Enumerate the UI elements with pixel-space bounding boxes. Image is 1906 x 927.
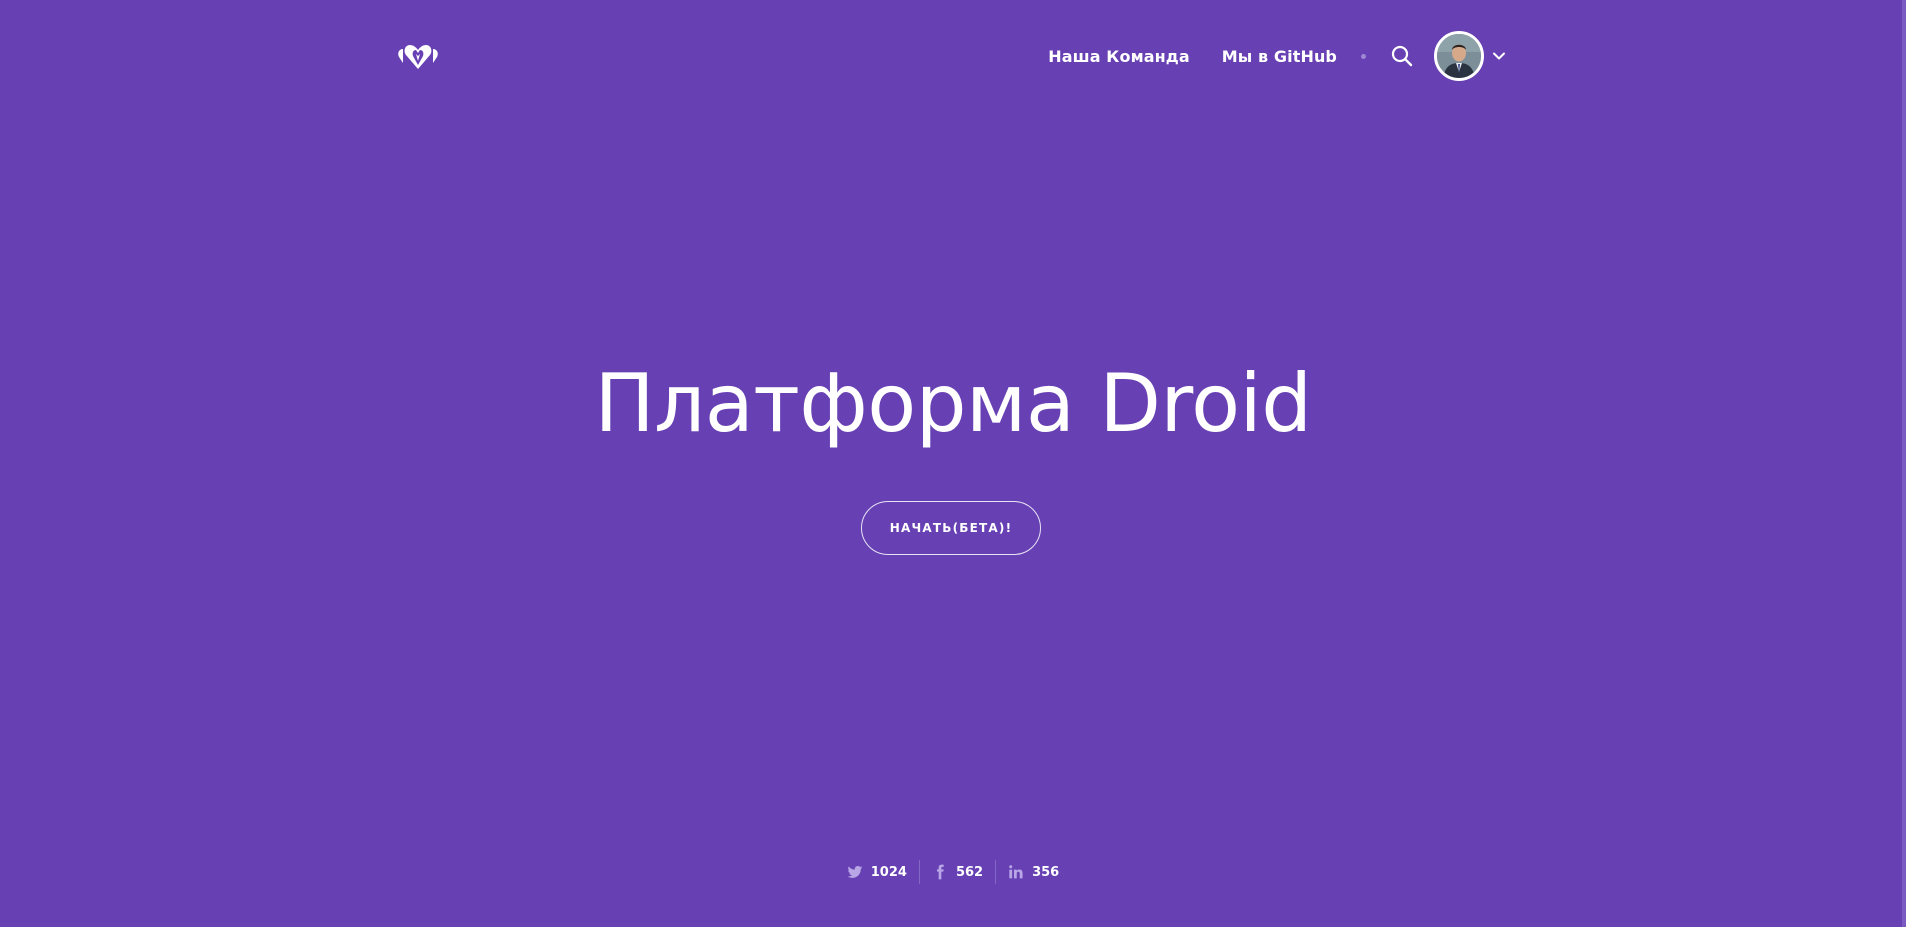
facebook-count: 562 (955, 864, 984, 880)
chevron-down-icon[interactable] (1492, 49, 1506, 63)
avatar-photo (1437, 34, 1481, 78)
social-item-facebook[interactable]: 562 (920, 860, 995, 884)
user-avatar[interactable] (1434, 31, 1484, 81)
twitter-count: 1024 (870, 864, 907, 880)
nav-link-team[interactable]: Наша Команда (1048, 47, 1189, 66)
user-menu[interactable] (1434, 31, 1506, 81)
page-scrollbar[interactable] (1902, 0, 1906, 927)
landing-page: Наша Команда Мы в GitHub Платформа Droid… (0, 0, 1906, 927)
hero-title: Платформа Droid (594, 357, 1312, 450)
site-header: Наша Команда Мы в GitHub (0, 0, 1906, 112)
linkedin-icon (1009, 865, 1023, 879)
linkedin-count: 356 (1032, 864, 1060, 880)
main-nav: Наша Команда Мы в GitHub (1048, 31, 1506, 81)
start-beta-button[interactable]: НАЧАТЬ(БЕТА)! (861, 501, 1041, 555)
social-item-linkedin[interactable]: 356 (996, 860, 1071, 884)
nav-separator-dot (1361, 53, 1366, 59)
nav-link-github[interactable]: Мы в GitHub (1222, 47, 1337, 66)
site-logo[interactable] (394, 38, 442, 74)
social-stats: 1024 562 356 (0, 860, 1906, 884)
social-item-twitter[interactable]: 1024 (835, 860, 919, 884)
hearts-logo-icon (398, 45, 438, 69)
facebook-icon (936, 864, 944, 880)
search-icon[interactable] (1390, 44, 1414, 68)
twitter-icon (847, 866, 863, 878)
